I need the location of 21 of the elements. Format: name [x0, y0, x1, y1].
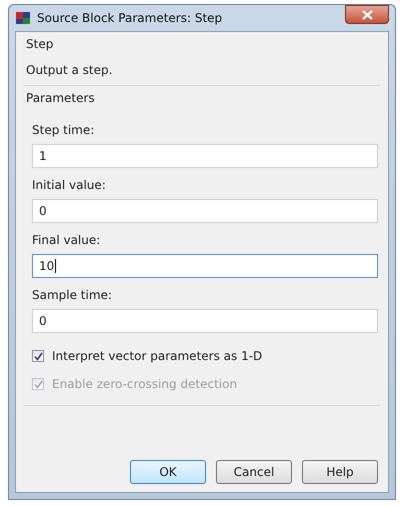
input-field[interactable]: 0: [32, 199, 378, 223]
field-label: Step time:: [32, 123, 96, 137]
field-label: Initial value:: [32, 178, 107, 192]
description-text: Output a step.: [26, 63, 114, 77]
block-diagram-icon: [15, 10, 31, 26]
window-title: Source Block Parameters: Step: [37, 11, 222, 25]
close-icon: [362, 10, 372, 20]
checkbox-label: Interpret vector parameters as 1-D: [52, 349, 262, 363]
checkbox[interactable]: [32, 350, 44, 362]
group-title: Parameters: [26, 91, 96, 105]
field-label: Sample time:: [32, 288, 113, 302]
dialog-button[interactable]: Cancel: [216, 460, 292, 484]
close-button[interactable]: [345, 5, 389, 24]
input-field[interactable]: 1: [32, 144, 378, 168]
checkbox-label: Enable zero-crossing detection: [52, 377, 238, 391]
input-field[interactable]: 0: [32, 309, 378, 333]
input-field[interactable]: 10: [32, 254, 378, 278]
dialog-button[interactable]: OK: [130, 460, 206, 484]
dialog-button[interactable]: Help: [302, 460, 378, 484]
group-title: Step: [26, 37, 54, 51]
field-label: Final value:: [32, 233, 102, 247]
